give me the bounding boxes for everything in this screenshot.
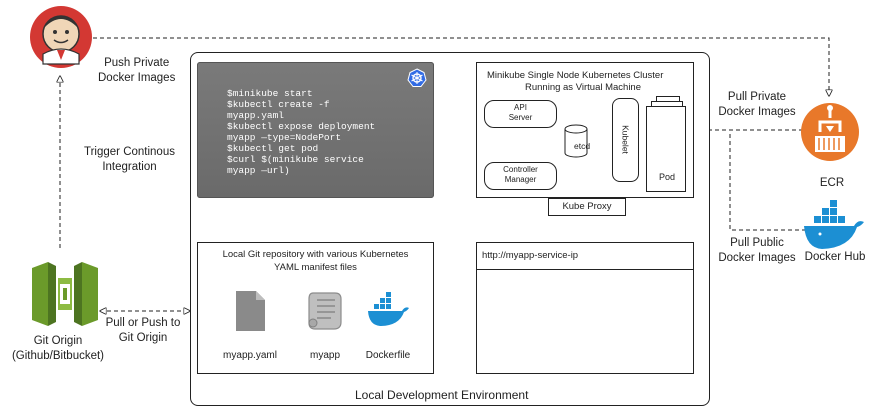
terminal-window: $minikube start $kubectl create -f myapp…: [197, 62, 434, 198]
terminal-line: $curl $(minikube service: [227, 154, 364, 165]
controller-manager-label: Controller Manager: [503, 165, 538, 184]
ecr-arrow-label: Pull Private Docker Images: [718, 91, 796, 118]
terminal-line: $kubectl expose deployment: [227, 121, 376, 132]
git-repo-title-line1: Local Git repository with various Kubern…: [222, 249, 409, 260]
terminal-line: $minikube start: [227, 88, 313, 99]
docker-hub-name: Docker Hub: [804, 251, 866, 263]
git-origin-name: Git Origin: [33, 335, 83, 347]
terminal-commands: $minikube start $kubectl create -f myapp…: [227, 88, 375, 176]
script-scroll-icon: [305, 290, 345, 332]
file-label-dockerfile: Dockerfile: [365, 350, 411, 361]
terminal-line: myapp —type=NodePort: [227, 132, 342, 143]
git-origin-sub: (Github/Bitbucket): [11, 350, 105, 362]
docker-hub-arrow-label: Pull Public Docker Images: [718, 237, 796, 264]
api-server-label: API Server: [508, 103, 533, 122]
service-url: http://myapp-service-ip: [482, 250, 579, 261]
terminal-line: myapp —url): [227, 165, 290, 176]
ecr-name: ECR: [819, 177, 845, 189]
yaml-file-icon: [234, 290, 266, 332]
kubernetes-icon: [407, 68, 427, 88]
push-private-label: Push Private Docker Images: [98, 57, 176, 84]
dockerhub-cluster-line: [729, 132, 806, 231]
git-repo-title-line2: YAML manifest files: [274, 262, 357, 273]
jenkins-logo: [28, 4, 94, 70]
file-label-yaml: myapp.yaml: [223, 350, 277, 361]
terminal-line: myapp.yaml: [227, 110, 285, 121]
docker-hub-icon: [802, 200, 866, 252]
ecr-icon: [800, 96, 860, 168]
kubelet-label: Kubelet: [620, 125, 631, 154]
cluster-title-line1: Minikube Single Node Kubernetes Cluster: [487, 70, 664, 81]
etcd-label: etcd: [574, 141, 591, 151]
cluster-title-line2: Running as Virtual Machine: [525, 82, 642, 93]
terminal-line: $kubectl get pod: [227, 143, 319, 154]
dockerfile-icon: [366, 292, 410, 328]
gitorigin-arrow-label: Pull or Push to Git Origin: [105, 317, 181, 344]
local-dev-environment-label: Local Development Environment: [355, 388, 529, 402]
terminal-line: $kubectl create -f: [227, 99, 330, 110]
pod-label: Pod: [659, 172, 676, 182]
kube-proxy-label: Kube Proxy: [562, 201, 612, 212]
trigger-ci-label: Trigger Continous Integration: [84, 146, 175, 173]
file-label-myapp: myapp: [309, 350, 340, 361]
git-origin-icon: [30, 258, 100, 330]
